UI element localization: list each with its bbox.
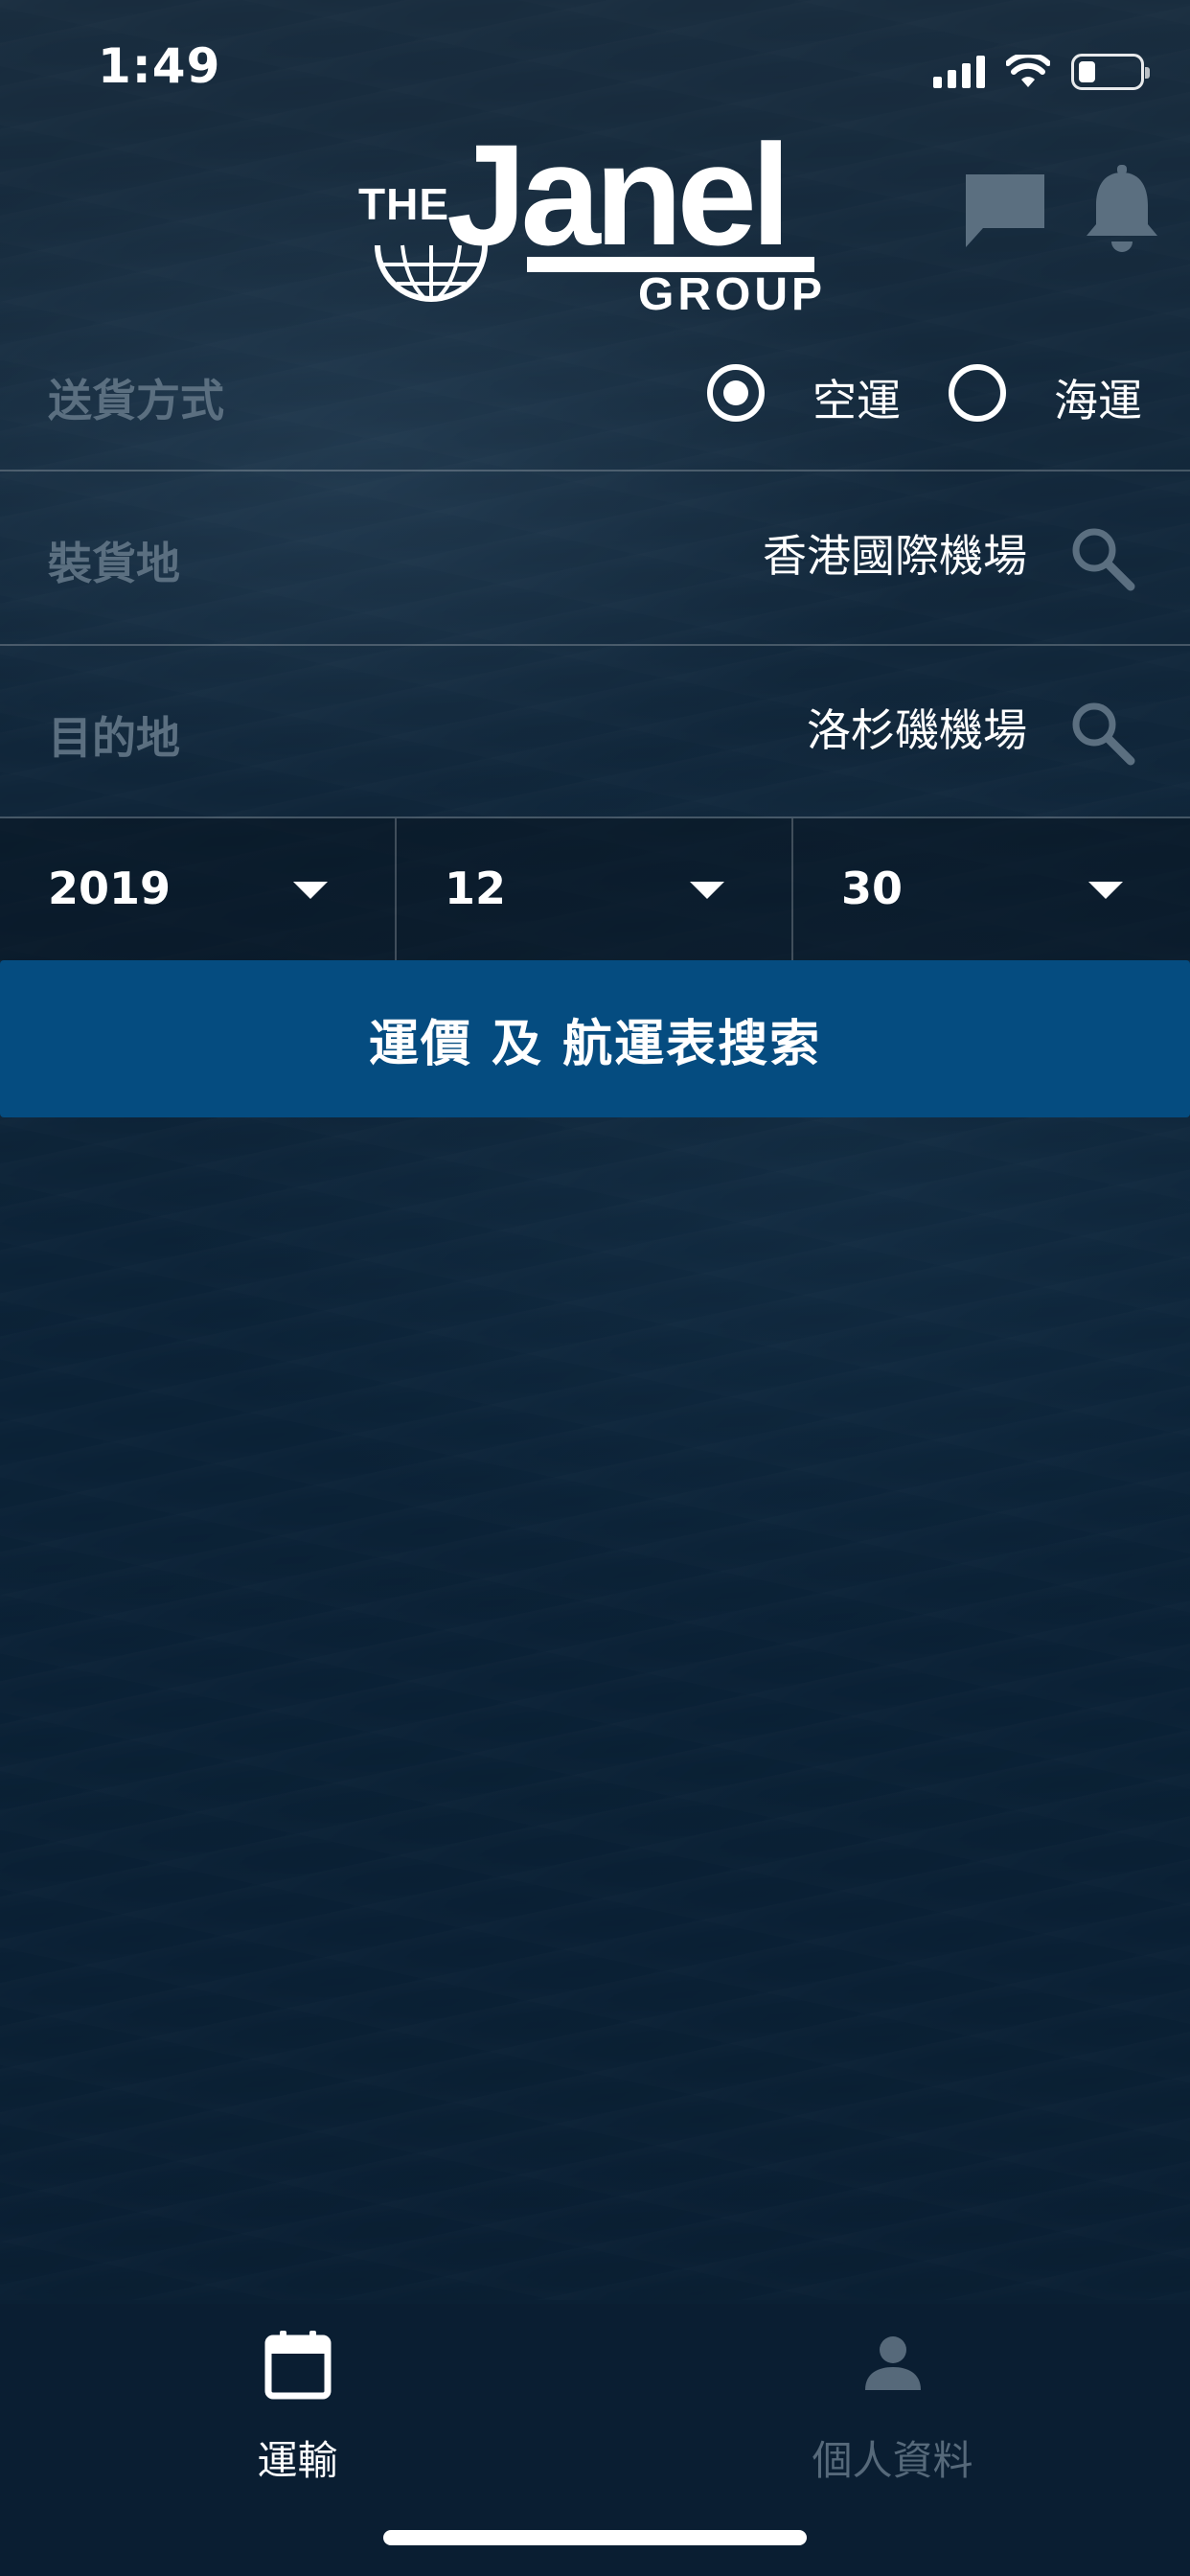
wifi-icon [1006, 55, 1050, 87]
chevron-down-icon [690, 882, 724, 899]
year-dropdown[interactable]: 2019 [0, 818, 397, 960]
tab-shipping[interactable]: 運輸 [0, 2304, 595, 2496]
app-screen: 1:49 THE Janel GROUP 送貨方式 空運 海運 裝貨地 香港國際… [0, 0, 1190, 2576]
logo-prefix: THE [358, 179, 449, 229]
delivery-method-label: 送貨方式 [48, 375, 224, 426]
globe-icon [375, 244, 488, 302]
janel-group-logo: THE Janel GROUP [355, 123, 834, 326]
air-freight-radio[interactable] [707, 364, 765, 422]
destination-search-icon[interactable] [1069, 700, 1136, 767]
person-icon [865, 2336, 921, 2390]
cellular-signal-icon [933, 56, 985, 88]
battery-icon [1071, 54, 1150, 90]
month-value: 12 [445, 862, 507, 914]
destination-label: 目的地 [48, 712, 180, 764]
origin-label: 裝貨地 [48, 538, 180, 589]
status-time: 1:49 [98, 38, 221, 94]
air-freight-label[interactable]: 空運 [812, 366, 901, 429]
sea-freight-radio[interactable] [949, 364, 1006, 422]
home-indicator[interactable] [383, 2530, 807, 2545]
day-dropdown[interactable]: 30 [793, 818, 1190, 960]
chevron-down-icon [1088, 882, 1123, 899]
bell-icon[interactable] [1079, 163, 1165, 255]
chevron-down-icon [293, 882, 328, 899]
tab-profile-label: 個人資料 [812, 2437, 973, 2484]
calendar-icon [264, 2331, 332, 2400]
origin-value[interactable]: 香港國際機場 [763, 521, 1027, 585]
freight-schedule-search-button[interactable]: 運價 及 航運表搜索 [0, 960, 1190, 1117]
app-header: THE Janel GROUP [0, 123, 1190, 326]
month-dropdown[interactable]: 12 [397, 818, 793, 960]
tab-shipping-label: 運輸 [257, 2437, 338, 2484]
origin-search-icon[interactable] [1069, 525, 1136, 592]
logo-word: Janel [446, 114, 791, 275]
chat-icon[interactable] [962, 169, 1048, 255]
sea-freight-label[interactable]: 海運 [1054, 366, 1142, 429]
delivery-method-row: 送貨方式 空運 海運 [0, 326, 1190, 472]
status-icons [933, 50, 1150, 94]
year-value: 2019 [48, 862, 172, 914]
date-selector-row: 2019 12 30 [0, 818, 1190, 960]
destination-value[interactable]: 洛杉磯機場 [807, 696, 1027, 759]
day-value: 30 [841, 862, 904, 914]
destination-row[interactable]: 目的地 洛杉磯機場 [0, 646, 1190, 818]
origin-row[interactable]: 裝貨地 香港國際機場 [0, 472, 1190, 646]
logo-suffix: GROUP [638, 269, 827, 320]
tab-profile[interactable]: 個人資料 [595, 2304, 1190, 2496]
